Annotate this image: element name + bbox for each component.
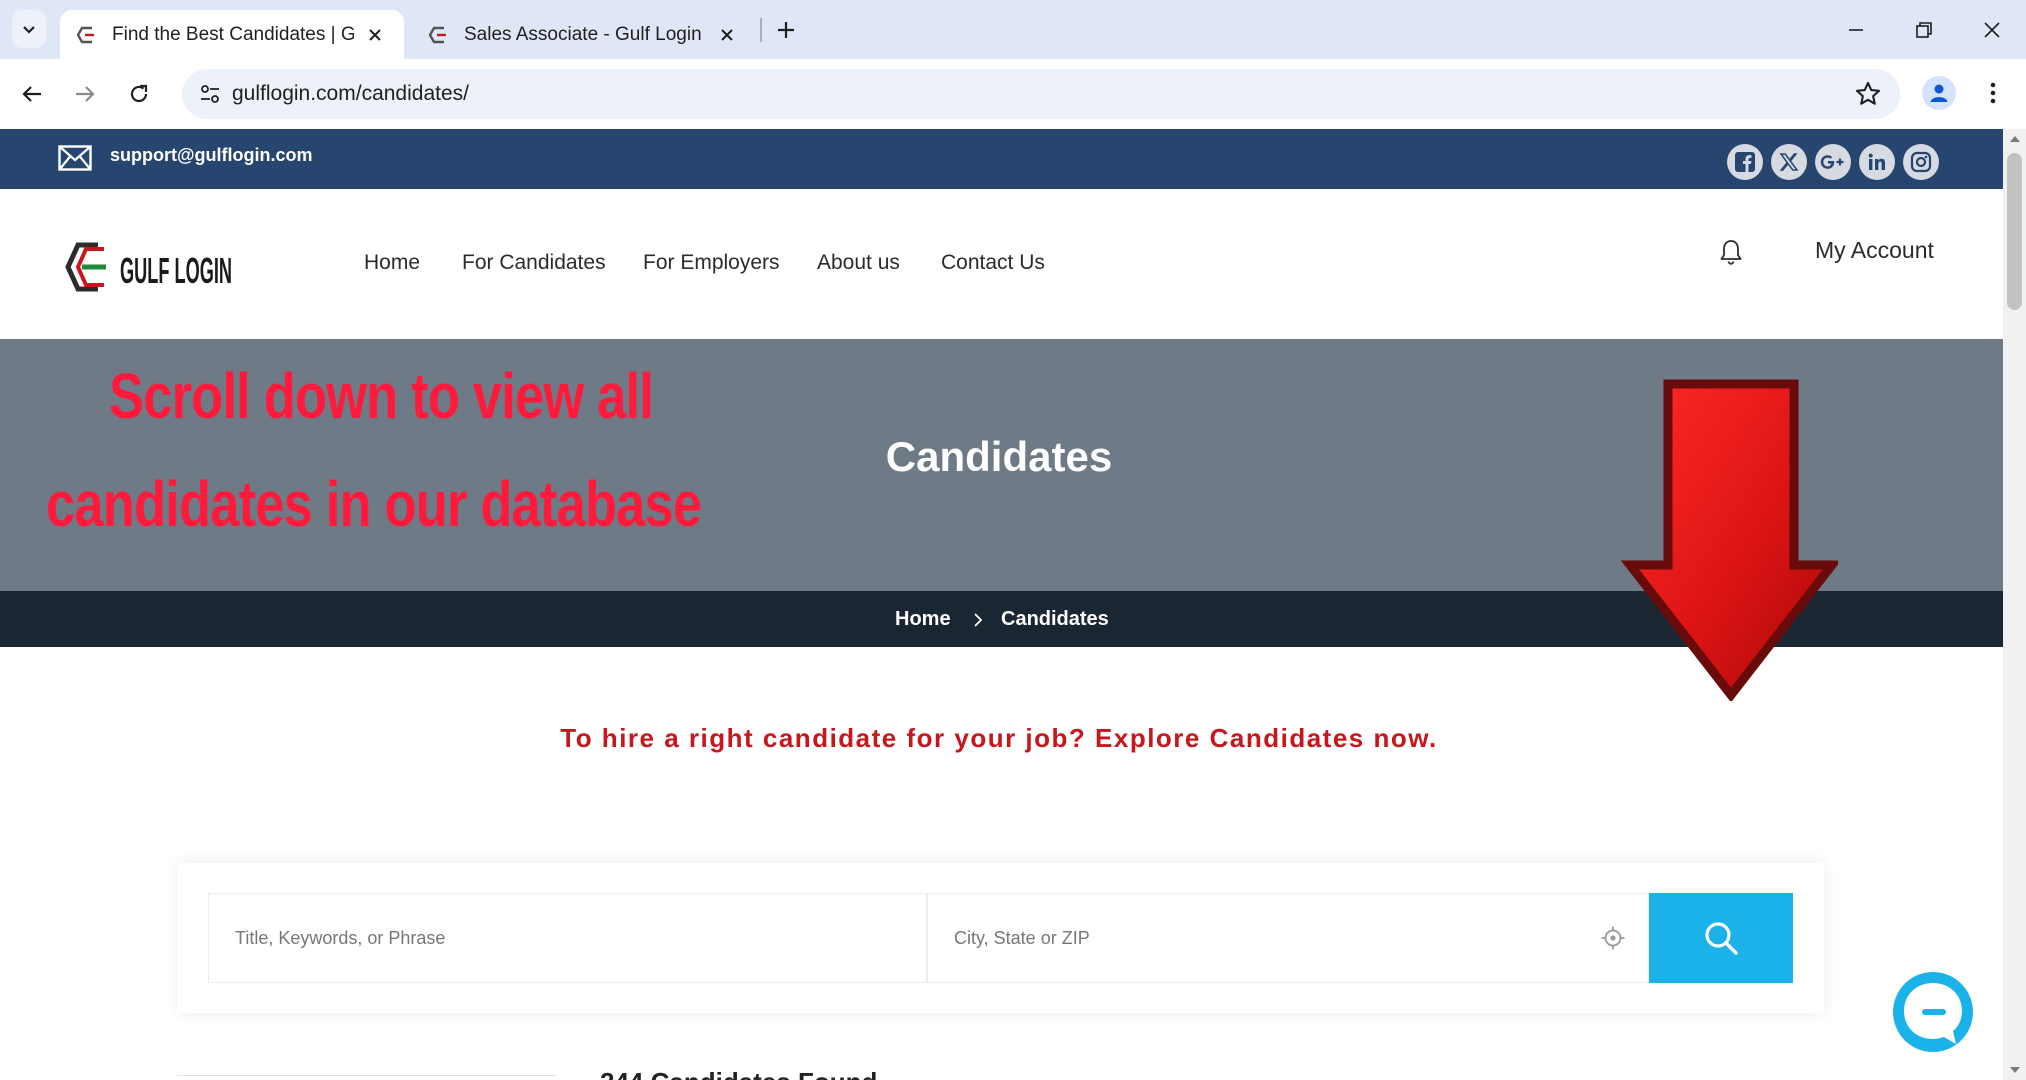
gulf-login-favicon-icon (428, 26, 446, 43)
location-field[interactable] (927, 893, 1649, 983)
new-tab-button[interactable] (770, 14, 802, 46)
my-account-link[interactable]: My Account (1815, 237, 1934, 264)
linkedin-icon[interactable] (1859, 144, 1895, 180)
arrow-right-icon (76, 86, 95, 102)
candidate-search-form (177, 863, 1824, 1013)
instagram-glyph (1910, 151, 1932, 173)
reload-icon (130, 84, 148, 103)
breadcrumb-home-link[interactable]: Home (895, 608, 951, 631)
bookmark-star-icon[interactable] (1854, 80, 1882, 108)
browser-tab-candidates[interactable]: Find the Best Candidates | Gulf (60, 10, 404, 59)
close-icon (721, 28, 733, 41)
screen: Find the Best Candidates | Gulf Sales As… (0, 0, 2026, 1080)
person-icon (1930, 84, 1948, 102)
arrow-down-icon (1620, 379, 1838, 701)
nav-contact-us-link[interactable]: Contact Us (941, 251, 1045, 275)
tab-separator (760, 18, 762, 42)
forward-button[interactable] (67, 76, 103, 112)
restore-icon (1916, 22, 1932, 38)
arrow-left-icon (22, 86, 41, 102)
nav-for-candidates-link[interactable]: For Candidates (462, 251, 606, 275)
minimize-button[interactable] (1836, 12, 1876, 48)
window-close-button[interactable] (1972, 12, 2012, 48)
promo-overlay-line-1: Scroll down to view all (109, 360, 654, 432)
candidates-found-heading: 244 Candidates Found (600, 1067, 877, 1080)
x-glyph (1779, 153, 1799, 171)
browser-tab-sales-associate[interactable]: Sales Associate - Gulf Login (412, 10, 756, 59)
instagram-icon[interactable] (1903, 144, 1939, 180)
support-email-link[interactable]: support@gulflogin.com (110, 145, 313, 166)
search-button[interactable] (1649, 893, 1793, 983)
plus-icon (778, 22, 794, 38)
google-plus-glyph (1820, 155, 1844, 169)
scrollbar-thumb[interactable] (2007, 153, 2022, 310)
hire-tagline: To hire a right candidate for your job? … (560, 723, 1438, 753)
tab-title: Sales Associate - Gulf Login (464, 23, 702, 45)
tab-title: Find the Best Candidates | Gulf (112, 23, 354, 45)
site-topbar: support@gulflogin.com (0, 129, 2003, 189)
scroll-down-button[interactable] (2003, 1060, 2026, 1080)
nav-about-us-link[interactable]: About us (817, 251, 900, 275)
mail-icon (58, 145, 92, 171)
tab-search-button[interactable] (12, 10, 46, 48)
location-search-input[interactable] (928, 894, 1648, 982)
caret-down-icon (2009, 1067, 2020, 1073)
google-plus-icon[interactable] (1815, 144, 1851, 180)
more-vertical-icon (1990, 82, 1996, 104)
caret-up-icon (2009, 136, 2020, 142)
keyword-search-input[interactable] (209, 894, 926, 982)
browser-tabstrip: Find the Best Candidates | Gulf Sales As… (0, 0, 2026, 59)
close-icon (1984, 22, 2000, 38)
scroll-up-button[interactable] (2003, 129, 2026, 149)
bell-icon[interactable] (1718, 238, 1744, 266)
search-icon (1705, 922, 1738, 955)
breadcrumb-current: Candidates (1001, 608, 1109, 630)
close-icon (369, 28, 381, 41)
minimize-icon (1849, 29, 1863, 31)
profile-button[interactable] (1922, 76, 1956, 110)
restore-button[interactable] (1904, 12, 1944, 48)
reload-button[interactable] (121, 76, 157, 112)
gulf-login-favicon-icon (76, 26, 94, 43)
tab-close-button[interactable] (714, 22, 740, 48)
keyword-field[interactable] (208, 893, 927, 983)
browser-toolbar: gulflogin.com/candidates/ (0, 59, 2026, 129)
site-info-button[interactable] (192, 76, 228, 112)
site-main-nav: GULF LOGIN Home For Candidates For Emplo… (0, 189, 2003, 339)
x-icon[interactable] (1771, 144, 1807, 180)
browser-menu-button[interactable] (1980, 76, 2006, 110)
tab-close-button[interactable] (362, 22, 388, 48)
tune-icon (201, 85, 219, 103)
chevron-down-icon (23, 26, 35, 34)
svg-text:GULF LOGIN: GULF LOGIN (120, 250, 232, 291)
nav-home-link[interactable]: Home (364, 251, 420, 275)
chevron-right-icon (974, 613, 983, 627)
linkedin-glyph (1868, 153, 1885, 170)
address-bar[interactable]: gulflogin.com/candidates/ (182, 69, 1900, 119)
nav-for-employers-link[interactable]: For Employers (643, 251, 780, 275)
page-viewport: support@gulflogin.com GULF LOGIN Home Fo… (0, 129, 2003, 1080)
gulf-login-logo[interactable]: GULF LOGIN (64, 239, 236, 295)
crosshair-location-icon[interactable] (1600, 925, 1626, 951)
facebook-icon[interactable] (1727, 144, 1763, 180)
page-scrollbar[interactable] (2003, 129, 2026, 1080)
filter-panel-peek (177, 1075, 557, 1080)
back-button[interactable] (14, 76, 50, 112)
facebook-glyph (1735, 152, 1755, 172)
url-text: gulflogin.com/candidates/ (232, 82, 469, 105)
chat-bubble-icon[interactable] (1889, 970, 1977, 1058)
